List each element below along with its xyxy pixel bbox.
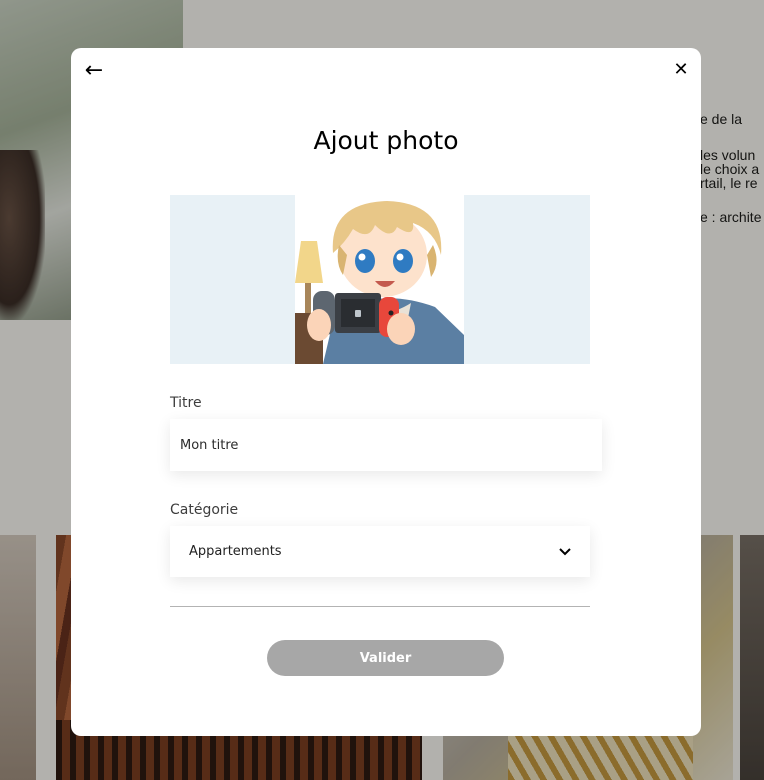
anime-boy-illustration xyxy=(295,195,464,364)
back-button[interactable]: ← xyxy=(81,60,107,84)
submit-button[interactable]: Valider xyxy=(267,640,504,676)
category-selected-value: Appartements xyxy=(189,544,282,559)
category-label: Catégorie xyxy=(170,502,239,518)
arrow-left-icon: ← xyxy=(84,58,104,83)
title-input[interactable] xyxy=(170,419,602,471)
photo-preview xyxy=(170,195,590,364)
category-select[interactable]: Appartements xyxy=(170,526,590,577)
form-divider xyxy=(170,606,590,607)
preview-image xyxy=(295,195,464,364)
close-icon: ✕ xyxy=(673,59,689,80)
close-button[interactable]: ✕ xyxy=(671,60,691,80)
title-label: Titre xyxy=(170,395,202,411)
chevron-down-icon xyxy=(559,547,571,555)
modal-title: Ajout photo xyxy=(313,126,459,155)
add-photo-modal: ← ✕ Ajout photo Titre Mon titre Catégori… xyxy=(71,48,701,736)
